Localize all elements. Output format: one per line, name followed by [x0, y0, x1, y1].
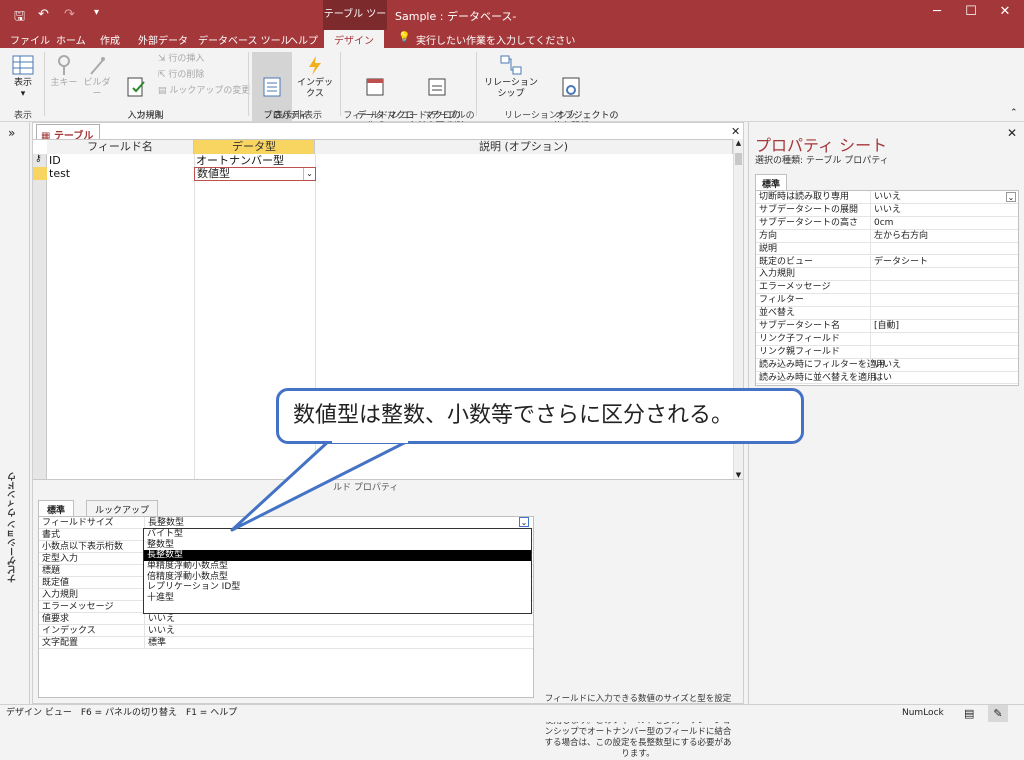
status-text: デザイン ビュー F6 = パネルの切り替え F1 = ヘルプ [6, 708, 238, 718]
datasheet-view-icon[interactable]: ▤ [964, 705, 974, 722]
design-view-icon[interactable]: ✎ [988, 705, 1008, 722]
callout-pointer [230, 438, 412, 532]
status-bar: デザイン ビュー F6 = パネルの切り替え F1 = ヘルプ NumLock … [0, 704, 1024, 722]
annotation-callout: 数値型は整数、小数等でさらに区分される。 [276, 388, 804, 444]
numlock-indicator: NumLock [902, 708, 944, 718]
